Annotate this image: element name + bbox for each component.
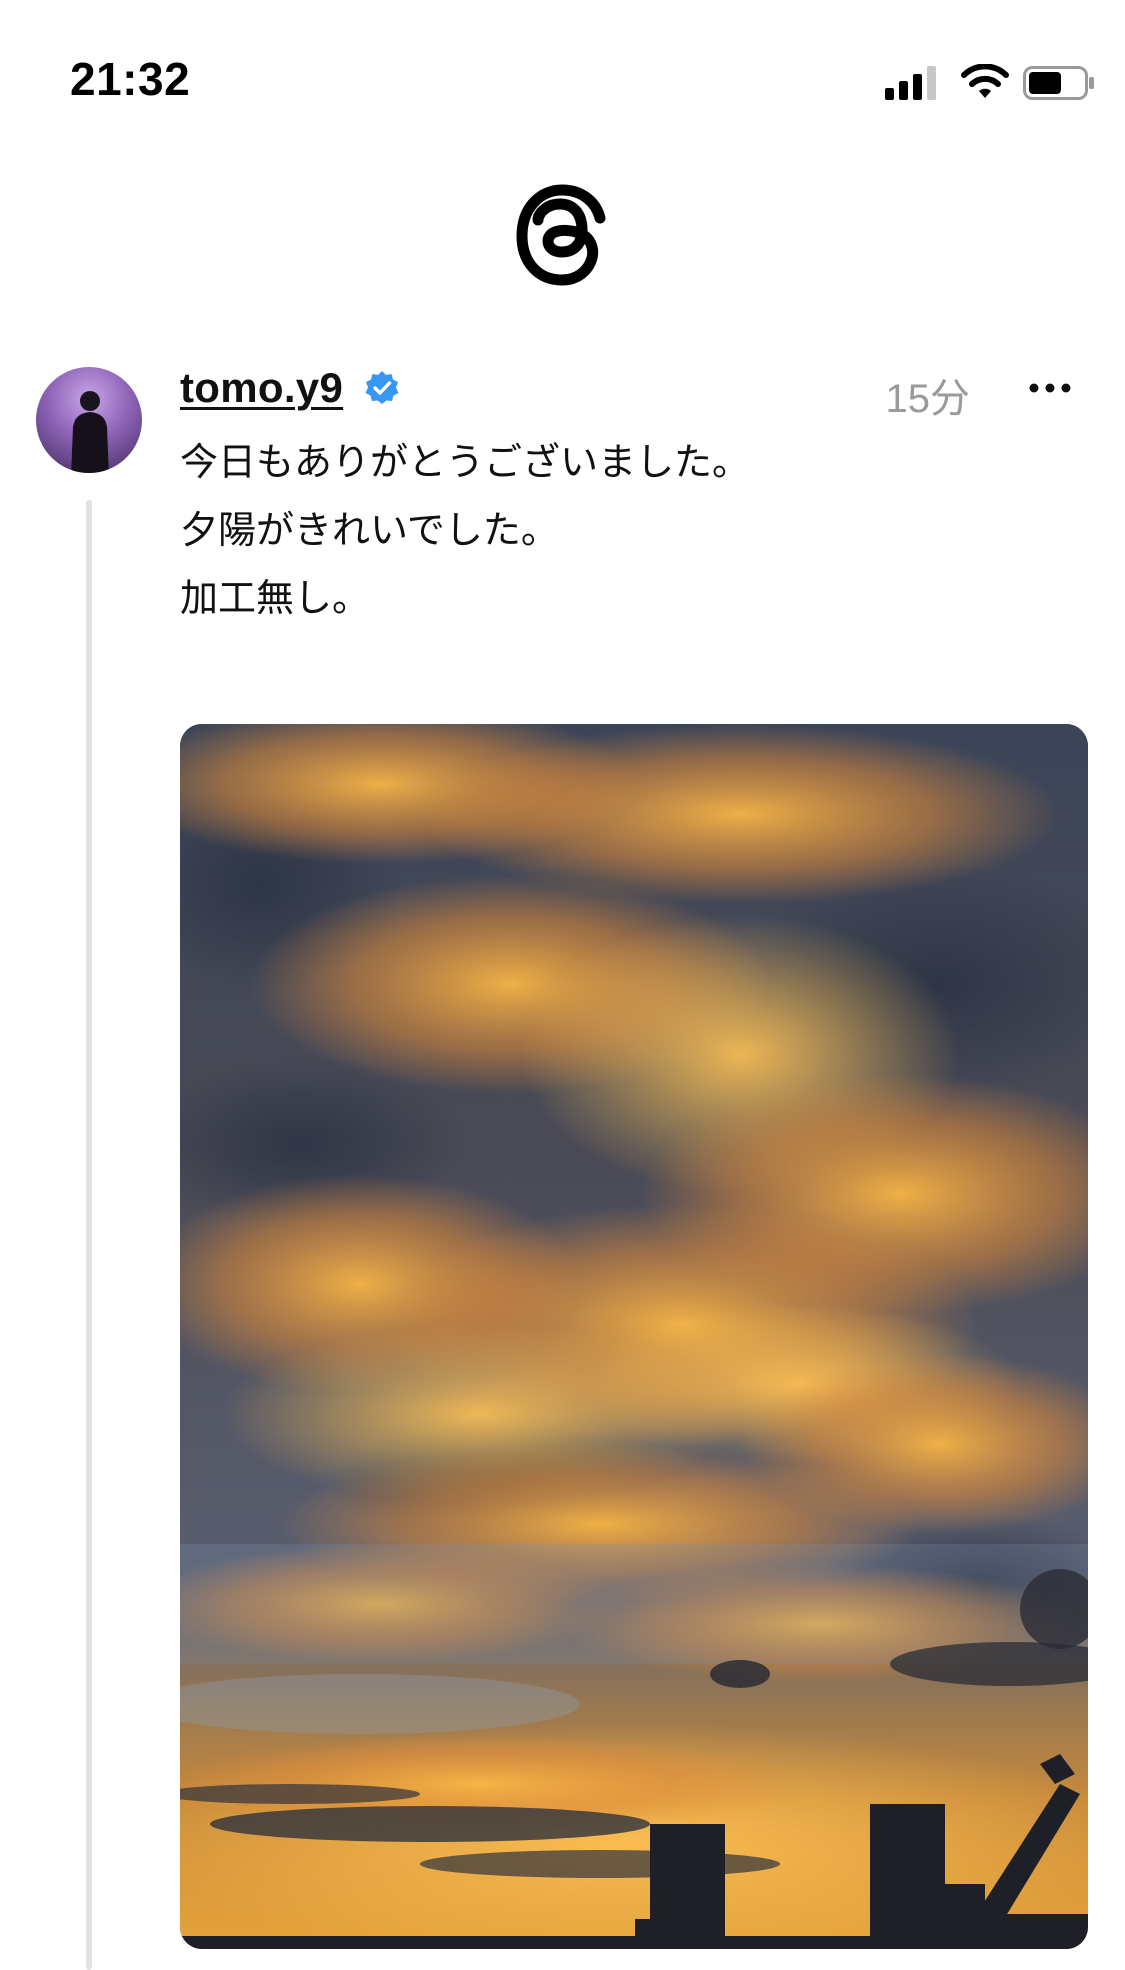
threads-logo-icon[interactable] <box>510 180 614 288</box>
status-time: 21:32 <box>70 53 191 105</box>
battery-fill <box>1029 72 1061 94</box>
post-header: tomo.y9 15分 <box>180 360 1080 421</box>
verified-badge-icon <box>364 370 400 406</box>
username-link[interactable]: tomo.y9 <box>180 364 343 412</box>
status-icons <box>885 58 1095 108</box>
wifi-icon <box>960 63 1010 102</box>
more-options-icon[interactable] <box>1020 368 1080 408</box>
thread-line <box>86 500 92 1970</box>
post-image[interactable] <box>180 724 1088 1949</box>
status-bar: 21:32 <box>0 0 1125 165</box>
thread-post: tomo.y9 15分 今日もありがとうございました。 夕陽がきれいでした。 加… <box>0 360 1125 1970</box>
signal-icon <box>885 66 937 100</box>
post-text-line: 今日もありがとうございました。 <box>180 440 751 484</box>
post-text: 今日もありがとうございました。 夕陽がきれいでした。 加工無し。 <box>180 428 1080 632</box>
avatar[interactable] <box>36 367 142 473</box>
avatar-figure <box>71 391 109 473</box>
post-text-line: 夕陽がきれいでした。 <box>180 508 559 552</box>
battery-icon <box>1023 66 1095 100</box>
post-text-line: 加工無し。 <box>180 576 371 620</box>
sunset-photo <box>180 724 1088 1949</box>
post-timestamp: 15分 <box>885 377 971 421</box>
